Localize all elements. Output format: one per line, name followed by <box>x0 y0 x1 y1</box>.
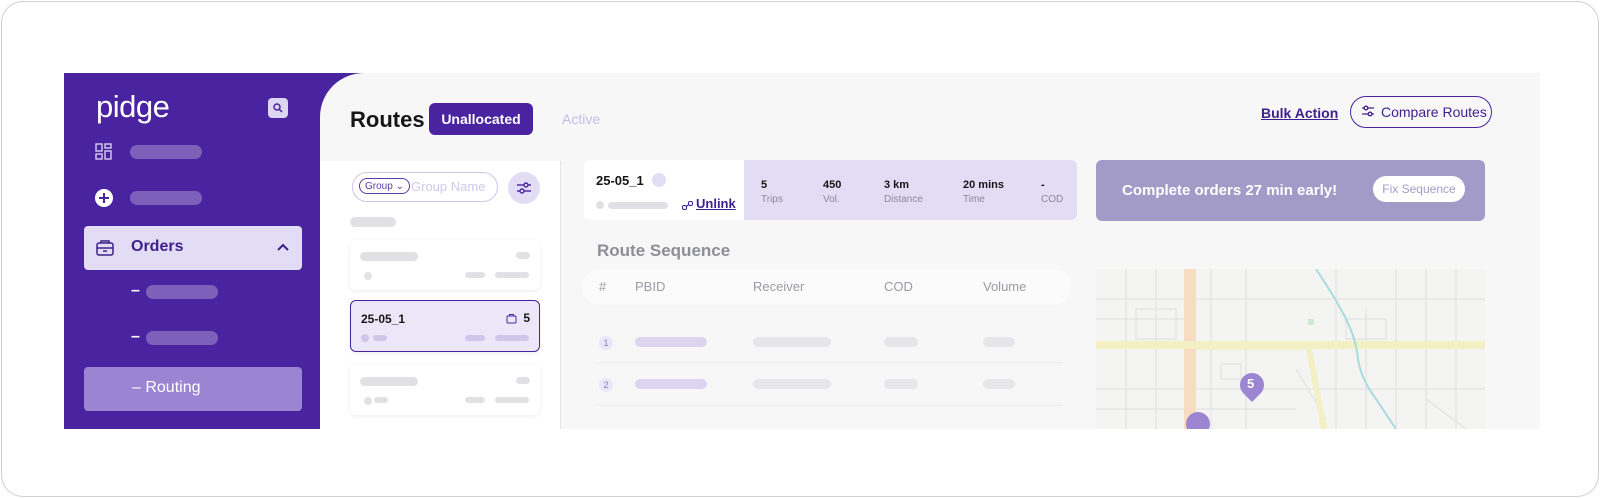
stat-distance: 3 km Distance <box>884 179 923 205</box>
placeholder <box>884 337 918 347</box>
sidebar-item-label: – Routing <box>132 379 201 396</box>
subitem-dash: – <box>131 328 140 345</box>
placeholder <box>753 379 831 389</box>
placeholder <box>374 397 388 403</box>
add-icon[interactable] <box>94 188 114 208</box>
route-id: 25-05_1 <box>596 173 644 188</box>
chevron-up-icon[interactable] <box>276 240 290 259</box>
card-title: 25-05_1 <box>361 312 406 326</box>
col-receiver: Receiver <box>753 279 805 294</box>
col-index: # <box>599 279 607 294</box>
app: pidge Orders – – – Routing Routes Unallo… <box>64 73 1540 429</box>
nav-placeholder[interactable] <box>130 191 202 205</box>
dashboard-icon[interactable] <box>94 142 114 162</box>
map-marker-label: 5 <box>1247 376 1255 391</box>
banner-text: Complete orders 27 min early! <box>1122 182 1338 199</box>
placeholder <box>753 337 831 347</box>
placeholder <box>596 201 604 209</box>
page-title: Routes <box>350 107 425 132</box>
placeholder <box>495 397 529 403</box>
unlink-icon <box>682 198 693 216</box>
tab-unallocated[interactable]: Unallocated <box>429 103 533 135</box>
subitem-placeholder[interactable] <box>146 285 218 299</box>
route-map[interactable]: 5 <box>1096 269 1485 429</box>
sequence-suggestion-banner: Complete orders 27 min early! Fix Sequen… <box>1096 160 1485 221</box>
group-search-input[interactable]: Group ⌄ Group Name <box>352 172 498 202</box>
bulk-action-link[interactable]: Bulk Action <box>1261 105 1338 121</box>
tab-active[interactable]: Active <box>562 111 600 127</box>
list-item-selected[interactable]: 25-05_1 5 <box>350 300 540 352</box>
placeholder <box>364 272 372 280</box>
placeholder <box>516 252 530 259</box>
row-number: 2 <box>599 378 613 392</box>
bag-icon <box>506 311 517 329</box>
main-panel: Routes Unallocated Active Bulk Action Co… <box>320 73 1540 429</box>
placeholder <box>360 252 418 261</box>
row-divider <box>596 405 1062 406</box>
placeholder <box>465 397 485 403</box>
search-placeholder: Group Name <box>411 179 486 194</box>
row-number: 1 <box>599 336 613 350</box>
table-header: # PBID Receiver COD Volume <box>582 269 1071 305</box>
nav-placeholder[interactable] <box>130 145 202 159</box>
col-pbid: PBID <box>635 279 666 294</box>
compare-routes-button[interactable]: Compare Routes <box>1350 96 1492 128</box>
placeholder <box>983 337 1015 347</box>
placeholder <box>465 335 485 341</box>
logo: pidge <box>96 89 170 124</box>
map-canvas <box>1096 269 1485 429</box>
window-frame: pidge Orders – – – Routing Routes Unallo… <box>1 1 1599 497</box>
placeholder <box>884 379 918 389</box>
filter-icon <box>517 182 531 194</box>
list-item[interactable] <box>350 365 540 415</box>
sidebar-item-orders[interactable]: Orders <box>84 226 302 270</box>
placeholder <box>361 334 369 342</box>
sidebar-item-label: Orders <box>131 238 184 255</box>
placeholder <box>495 335 529 341</box>
subitem-placeholder[interactable] <box>146 331 218 345</box>
map-marker[interactable] <box>1186 412 1210 429</box>
group-filter-chip[interactable]: Group ⌄ <box>359 178 410 194</box>
route-sequence-title: Route Sequence <box>597 241 731 260</box>
search-icon[interactable] <box>268 98 288 118</box>
edit-icon[interactable] <box>652 173 666 187</box>
placeholder <box>465 272 485 278</box>
list-item[interactable] <box>350 240 540 290</box>
row-divider <box>596 362 1062 363</box>
placeholder <box>360 377 418 386</box>
subitem-dash: – <box>131 282 140 299</box>
placeholder <box>495 272 529 278</box>
card-count: 5 <box>523 311 530 325</box>
stat-trips: 5 Trips <box>761 179 783 205</box>
divider <box>560 161 561 429</box>
route-summary-card: 25-05_1 Unlink 5 Trips 450 Vol. 3 km Distan… <box>584 160 1077 220</box>
stat-cod: - COD <box>1041 179 1064 205</box>
orders-icon <box>95 238 115 263</box>
fix-sequence-button[interactable]: Fix Sequence <box>1373 176 1465 202</box>
sliders-icon <box>1361 104 1375 121</box>
placeholder <box>516 377 530 384</box>
sidebar-item-routing[interactable]: – Routing <box>84 367 302 411</box>
placeholder <box>608 202 668 209</box>
col-cod: COD <box>884 279 913 294</box>
sidebar: pidge Orders – – – Routing <box>64 73 364 429</box>
count-placeholder <box>350 217 396 227</box>
placeholder <box>983 379 1015 389</box>
route-stats: 5 Trips 450 Vol. 3 km Distance 20 mins Time … <box>744 160 1077 220</box>
placeholder <box>364 397 372 405</box>
compare-routes-label: Compare Routes <box>1381 104 1487 120</box>
filter-button[interactable] <box>508 172 540 204</box>
stat-volume: 450 Vol. <box>823 179 842 205</box>
col-volume: Volume <box>983 279 1027 294</box>
placeholder <box>373 335 387 341</box>
placeholder <box>635 337 707 347</box>
stat-time: 20 mins Time <box>963 179 1004 205</box>
unlink-link[interactable]: Unlink <box>696 196 736 211</box>
placeholder <box>635 379 707 389</box>
